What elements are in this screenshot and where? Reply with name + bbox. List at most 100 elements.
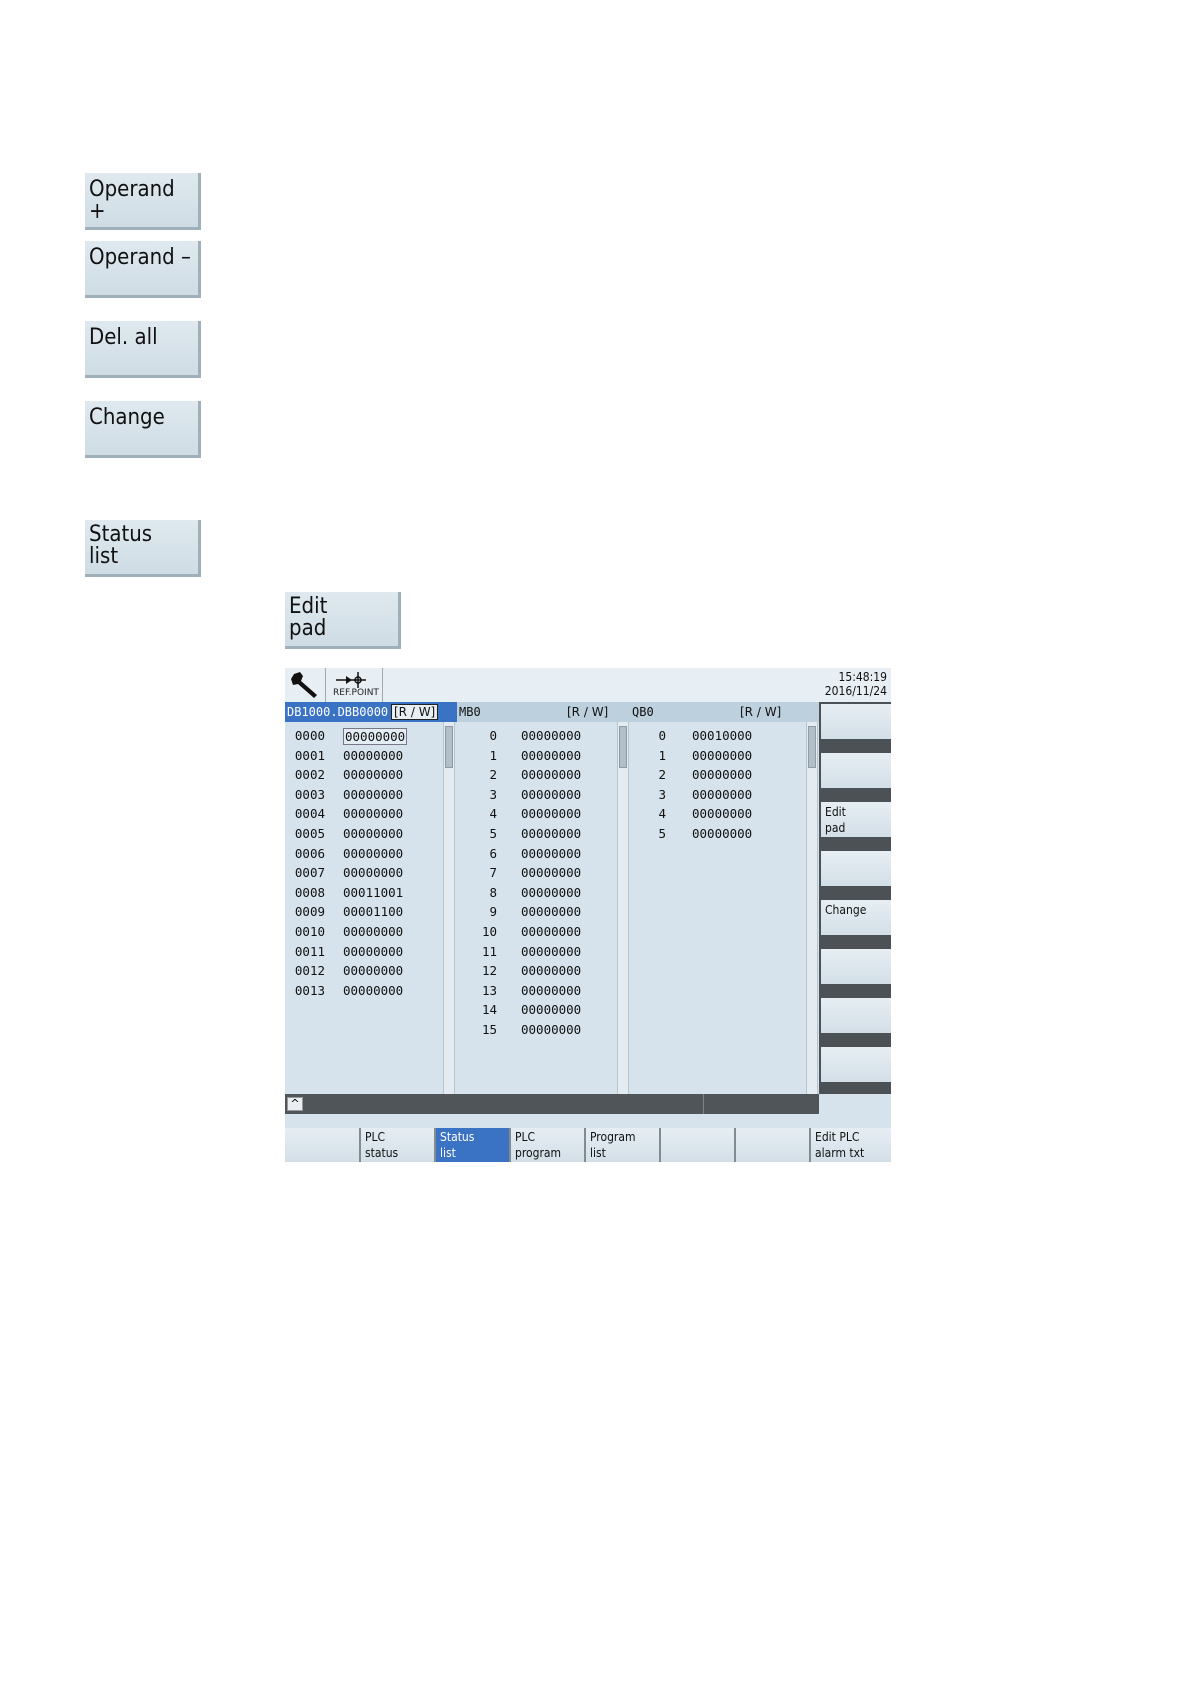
row-value[interactable]: 00001100	[343, 902, 403, 922]
row-value[interactable]: 00000000	[521, 785, 581, 805]
status-list-button[interactable]: Status list	[85, 520, 201, 577]
column-header-qb[interactable]: QB0 [R / W]	[630, 702, 819, 722]
table-row[interactable]: 6 00000000	[457, 844, 617, 864]
row-value[interactable]: 00000000	[521, 726, 581, 746]
row-value[interactable]: 00011001	[343, 883, 403, 903]
scrollbar-db[interactable]	[443, 722, 455, 1094]
table-row[interactable]: 0013 00000000	[285, 981, 443, 1001]
operand-plus-button[interactable]: Operand +	[85, 173, 201, 230]
table-row[interactable]: 0004 00000000	[285, 804, 443, 824]
vertical-softkey-4[interactable]	[821, 851, 891, 886]
row-value[interactable]: 00000000	[521, 883, 581, 903]
row-value[interactable]: 00000000	[521, 1020, 581, 1040]
table-row[interactable]: 2 00000000	[457, 765, 617, 785]
row-value[interactable]: 00000000	[521, 824, 581, 844]
scroll-thumb[interactable]	[619, 726, 627, 768]
table-row[interactable]: 8 00000000	[457, 883, 617, 903]
horizontal-softkey-1[interactable]	[285, 1128, 359, 1162]
change-button[interactable]: Change	[85, 401, 201, 458]
table-row[interactable]: 1 00000000	[457, 746, 617, 766]
row-value[interactable]: 00000000	[521, 863, 581, 883]
scroll-thumb[interactable]	[445, 726, 453, 768]
table-row[interactable]: 0008 00011001	[285, 883, 443, 903]
row-value[interactable]: 00000000	[521, 804, 581, 824]
table-row[interactable]: 0002 00000000	[285, 765, 443, 785]
table-row[interactable]: 0003 00000000	[285, 785, 443, 805]
vertical-softkey-6[interactable]	[821, 949, 891, 984]
vertical-softkey-5[interactable]: Change	[821, 900, 891, 935]
row-value[interactable]: 00000000	[521, 765, 581, 785]
horizontal-softkey-3[interactable]: Status list	[434, 1128, 509, 1162]
row-value[interactable]: 00000000	[521, 746, 581, 766]
row-value[interactable]: 00000000	[692, 824, 752, 844]
table-row[interactable]: 0007 00000000	[285, 863, 443, 883]
table-row[interactable]: 14 00000000	[457, 1000, 617, 1020]
table-row[interactable]: 0 00000000	[457, 726, 617, 746]
row-value[interactable]: 00000000	[343, 863, 403, 883]
row-value[interactable]: 00000000	[692, 785, 752, 805]
row-value[interactable]: 00000000	[343, 804, 403, 824]
row-value[interactable]: 00000000	[343, 922, 403, 942]
scroll-thumb[interactable]	[808, 726, 816, 768]
row-value[interactable]: 00000000	[521, 1000, 581, 1020]
row-value[interactable]: 00000000	[343, 785, 403, 805]
scrollbar-qb[interactable]	[806, 722, 818, 1094]
horizontal-softkey-6[interactable]	[659, 1128, 734, 1162]
scrollbar-mb[interactable]	[617, 722, 629, 1094]
row-value[interactable]: 00000000	[343, 728, 408, 745]
row-value[interactable]: 00000000	[692, 804, 752, 824]
table-row[interactable]: 0001 00000000	[285, 746, 443, 766]
row-value[interactable]: 00010000	[692, 726, 752, 746]
operand-minus-button[interactable]: Operand –	[85, 241, 201, 298]
row-value[interactable]: 00000000	[521, 981, 581, 1001]
table-row[interactable]: 1 00000000	[630, 746, 806, 766]
row-value[interactable]: 00000000	[343, 961, 403, 981]
vertical-softkey-8[interactable]	[821, 1047, 891, 1082]
horizontal-softkey-7[interactable]	[734, 1128, 809, 1162]
vertical-softkey-2[interactable]	[821, 753, 891, 788]
table-row[interactable]: 13 00000000	[457, 981, 617, 1001]
horizontal-softkey-8[interactable]: Edit PLC alarm txt	[809, 1128, 891, 1162]
table-row[interactable]: 0006 00000000	[285, 844, 443, 864]
table-row[interactable]: 7 00000000	[457, 863, 617, 883]
table-row[interactable]: 2 00000000	[630, 765, 806, 785]
row-value[interactable]: 00000000	[521, 942, 581, 962]
row-value[interactable]: 00000000	[343, 981, 403, 1001]
table-row[interactable]: 0 00010000	[630, 726, 806, 746]
table-row[interactable]: 10 00000000	[457, 922, 617, 942]
row-value[interactable]: 00000000	[521, 922, 581, 942]
up-arrow-button[interactable]: ^	[287, 1097, 303, 1111]
edit-pad-button[interactable]: Edit pad	[285, 592, 401, 649]
table-row[interactable]: 4 00000000	[457, 804, 617, 824]
table-row[interactable]: 9 00000000	[457, 902, 617, 922]
horizontal-softkey-2[interactable]: PLC status	[359, 1128, 434, 1162]
row-value[interactable]: 00000000	[521, 961, 581, 981]
table-row[interactable]: 0012 00000000	[285, 961, 443, 981]
delete-all-button[interactable]: Del. all	[85, 321, 201, 378]
table-row[interactable]: 15 00000000	[457, 1020, 617, 1040]
row-value[interactable]: 00000000	[343, 746, 403, 766]
row-value[interactable]: 00000000	[343, 765, 403, 785]
horizontal-softkey-5[interactable]: Program list	[584, 1128, 659, 1162]
vertical-softkey-1[interactable]	[821, 704, 891, 739]
row-value[interactable]: 00000000	[521, 844, 581, 864]
table-row[interactable]: 3 00000000	[630, 785, 806, 805]
column-header-mb[interactable]: MB0 [R / W]	[457, 702, 630, 722]
row-value[interactable]: 00000000	[343, 844, 403, 864]
table-row[interactable]: 5 00000000	[457, 824, 617, 844]
table-row[interactable]: 0009 00001100	[285, 902, 443, 922]
row-value[interactable]: 00000000	[692, 765, 752, 785]
table-row[interactable]: 0011 00000000	[285, 942, 443, 962]
table-row[interactable]: 4 00000000	[630, 804, 806, 824]
row-value[interactable]: 00000000	[343, 824, 403, 844]
column-header-db[interactable]: DB1000.DBB0000 [R / W]	[285, 702, 457, 722]
row-value[interactable]: 00000000	[343, 942, 403, 962]
vertical-softkey-3[interactable]: Edit pad	[821, 802, 891, 837]
row-value[interactable]: 00000000	[521, 902, 581, 922]
table-row[interactable]: 11 00000000	[457, 942, 617, 962]
table-row[interactable]: 0005 00000000	[285, 824, 443, 844]
vertical-softkey-7[interactable]	[821, 998, 891, 1033]
horizontal-softkey-4[interactable]: PLC program	[509, 1128, 584, 1162]
table-row[interactable]: 3 00000000	[457, 785, 617, 805]
table-row[interactable]: 0000 00000000	[285, 726, 443, 746]
